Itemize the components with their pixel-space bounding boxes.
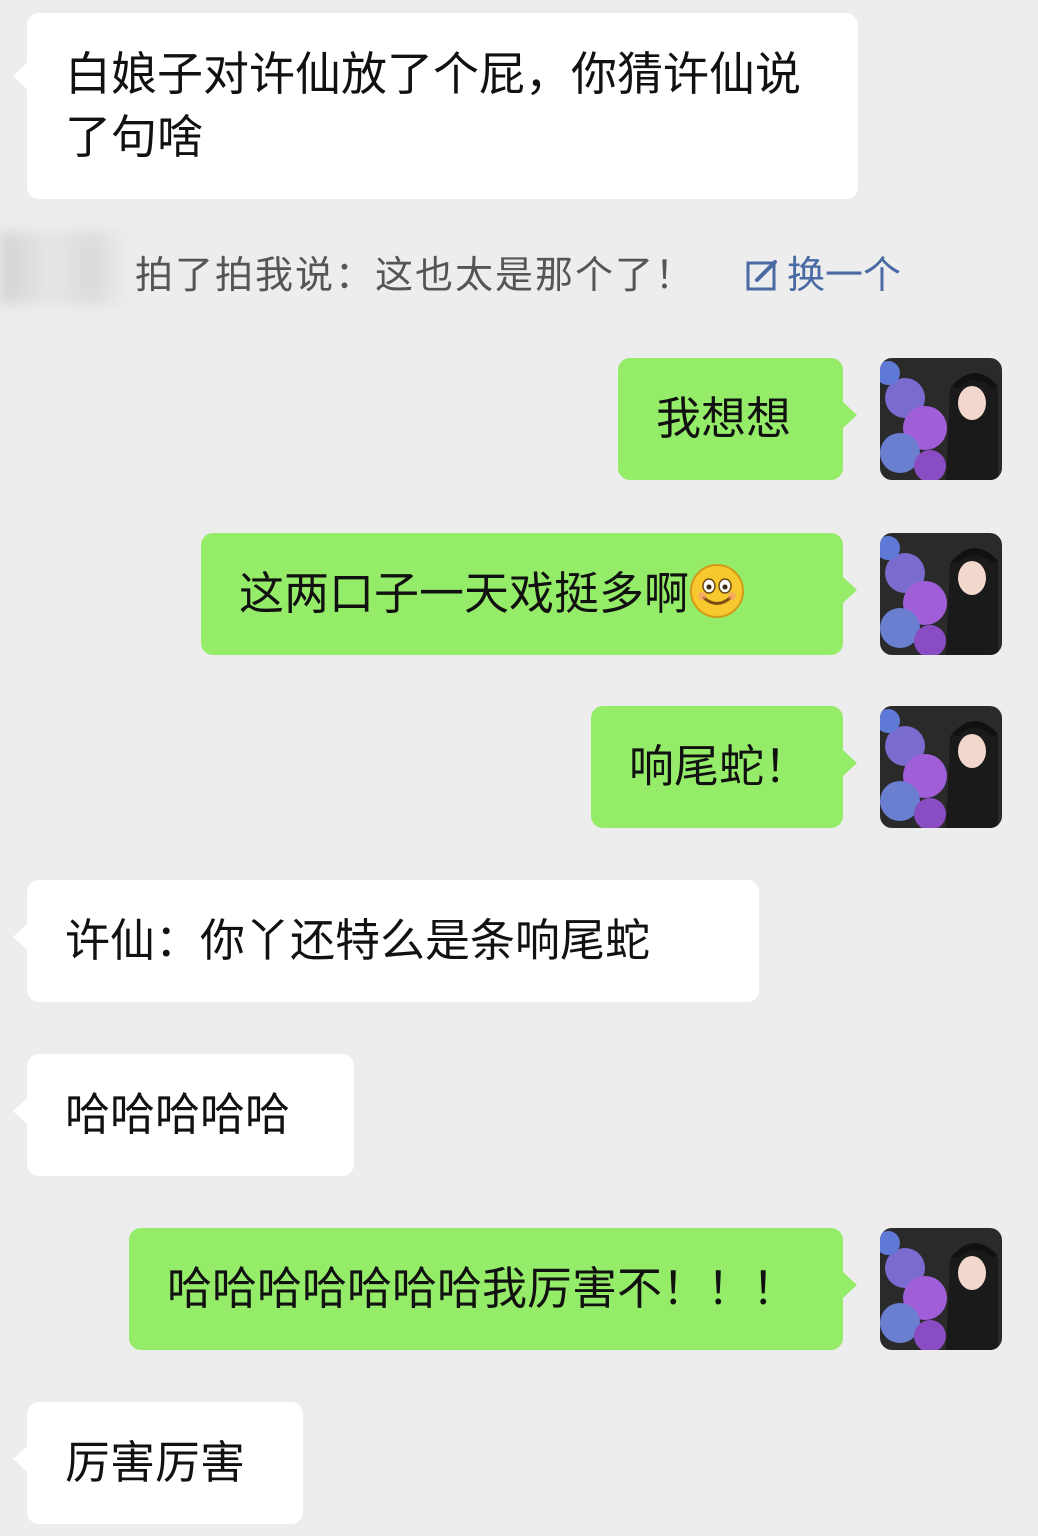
avatar[interactable] <box>880 533 1002 655</box>
message-bubble-outgoing[interactable]: 哈哈哈哈哈哈哈我厉害不！！！ <box>129 1228 857 1350</box>
chat-window: 白娘子对许仙放了个屁，你猜许仙说了句啥 拍了拍我说：这也太是那个了！ 换一个 我… <box>0 0 1038 1536</box>
message-text: 这两口子一天戏挺多啊 <box>239 567 690 620</box>
message-bubble-incoming[interactable]: 厉害厉害 <box>13 1402 303 1524</box>
message-text: 哈哈哈哈哈哈哈我厉害不！！！ <box>167 1262 798 1315</box>
message-bubble-incoming[interactable]: 哈哈哈哈哈 <box>13 1054 354 1176</box>
message-bubble-outgoing[interactable]: 我想想 <box>618 358 857 480</box>
pat-notice: 拍了拍我说：这也太是那个了！ 换一个 <box>0 210 1038 330</box>
message-bubble-outgoing[interactable]: 这两口子一天戏挺多啊 <box>201 533 857 655</box>
message-text: 哈哈哈哈哈 <box>65 1088 291 1141</box>
change-pat-label: 换一个 <box>787 253 902 297</box>
blurred-nickname <box>0 232 130 304</box>
smile-emoji-icon <box>690 564 745 618</box>
message-text: 厉害厉害 <box>65 1436 246 1489</box>
message-text: 响尾蛇！ <box>629 740 810 793</box>
message-bubble-incoming[interactable]: 许仙：你丫还特么是条响尾蛇 <box>13 880 759 1002</box>
message-bubble-incoming[interactable]: 白娘子对许仙放了个屁，你猜许仙说了句啥 <box>13 13 858 199</box>
pat-text: 拍了拍我说：这也太是那个了！ <box>135 253 696 297</box>
change-pat-button[interactable]: 换一个 <box>745 244 901 299</box>
message-text: 我想想 <box>656 392 792 445</box>
avatar[interactable] <box>880 358 1002 480</box>
avatar[interactable] <box>880 706 1002 828</box>
avatar[interactable] <box>880 1228 1002 1350</box>
message-bubble-outgoing[interactable]: 响尾蛇！ <box>591 706 857 828</box>
edit-icon <box>746 260 777 291</box>
message-text: 白娘子对许仙放了个屁，你猜许仙说了句啥 <box>65 47 801 164</box>
message-text: 许仙：你丫还特么是条响尾蛇 <box>65 914 651 967</box>
